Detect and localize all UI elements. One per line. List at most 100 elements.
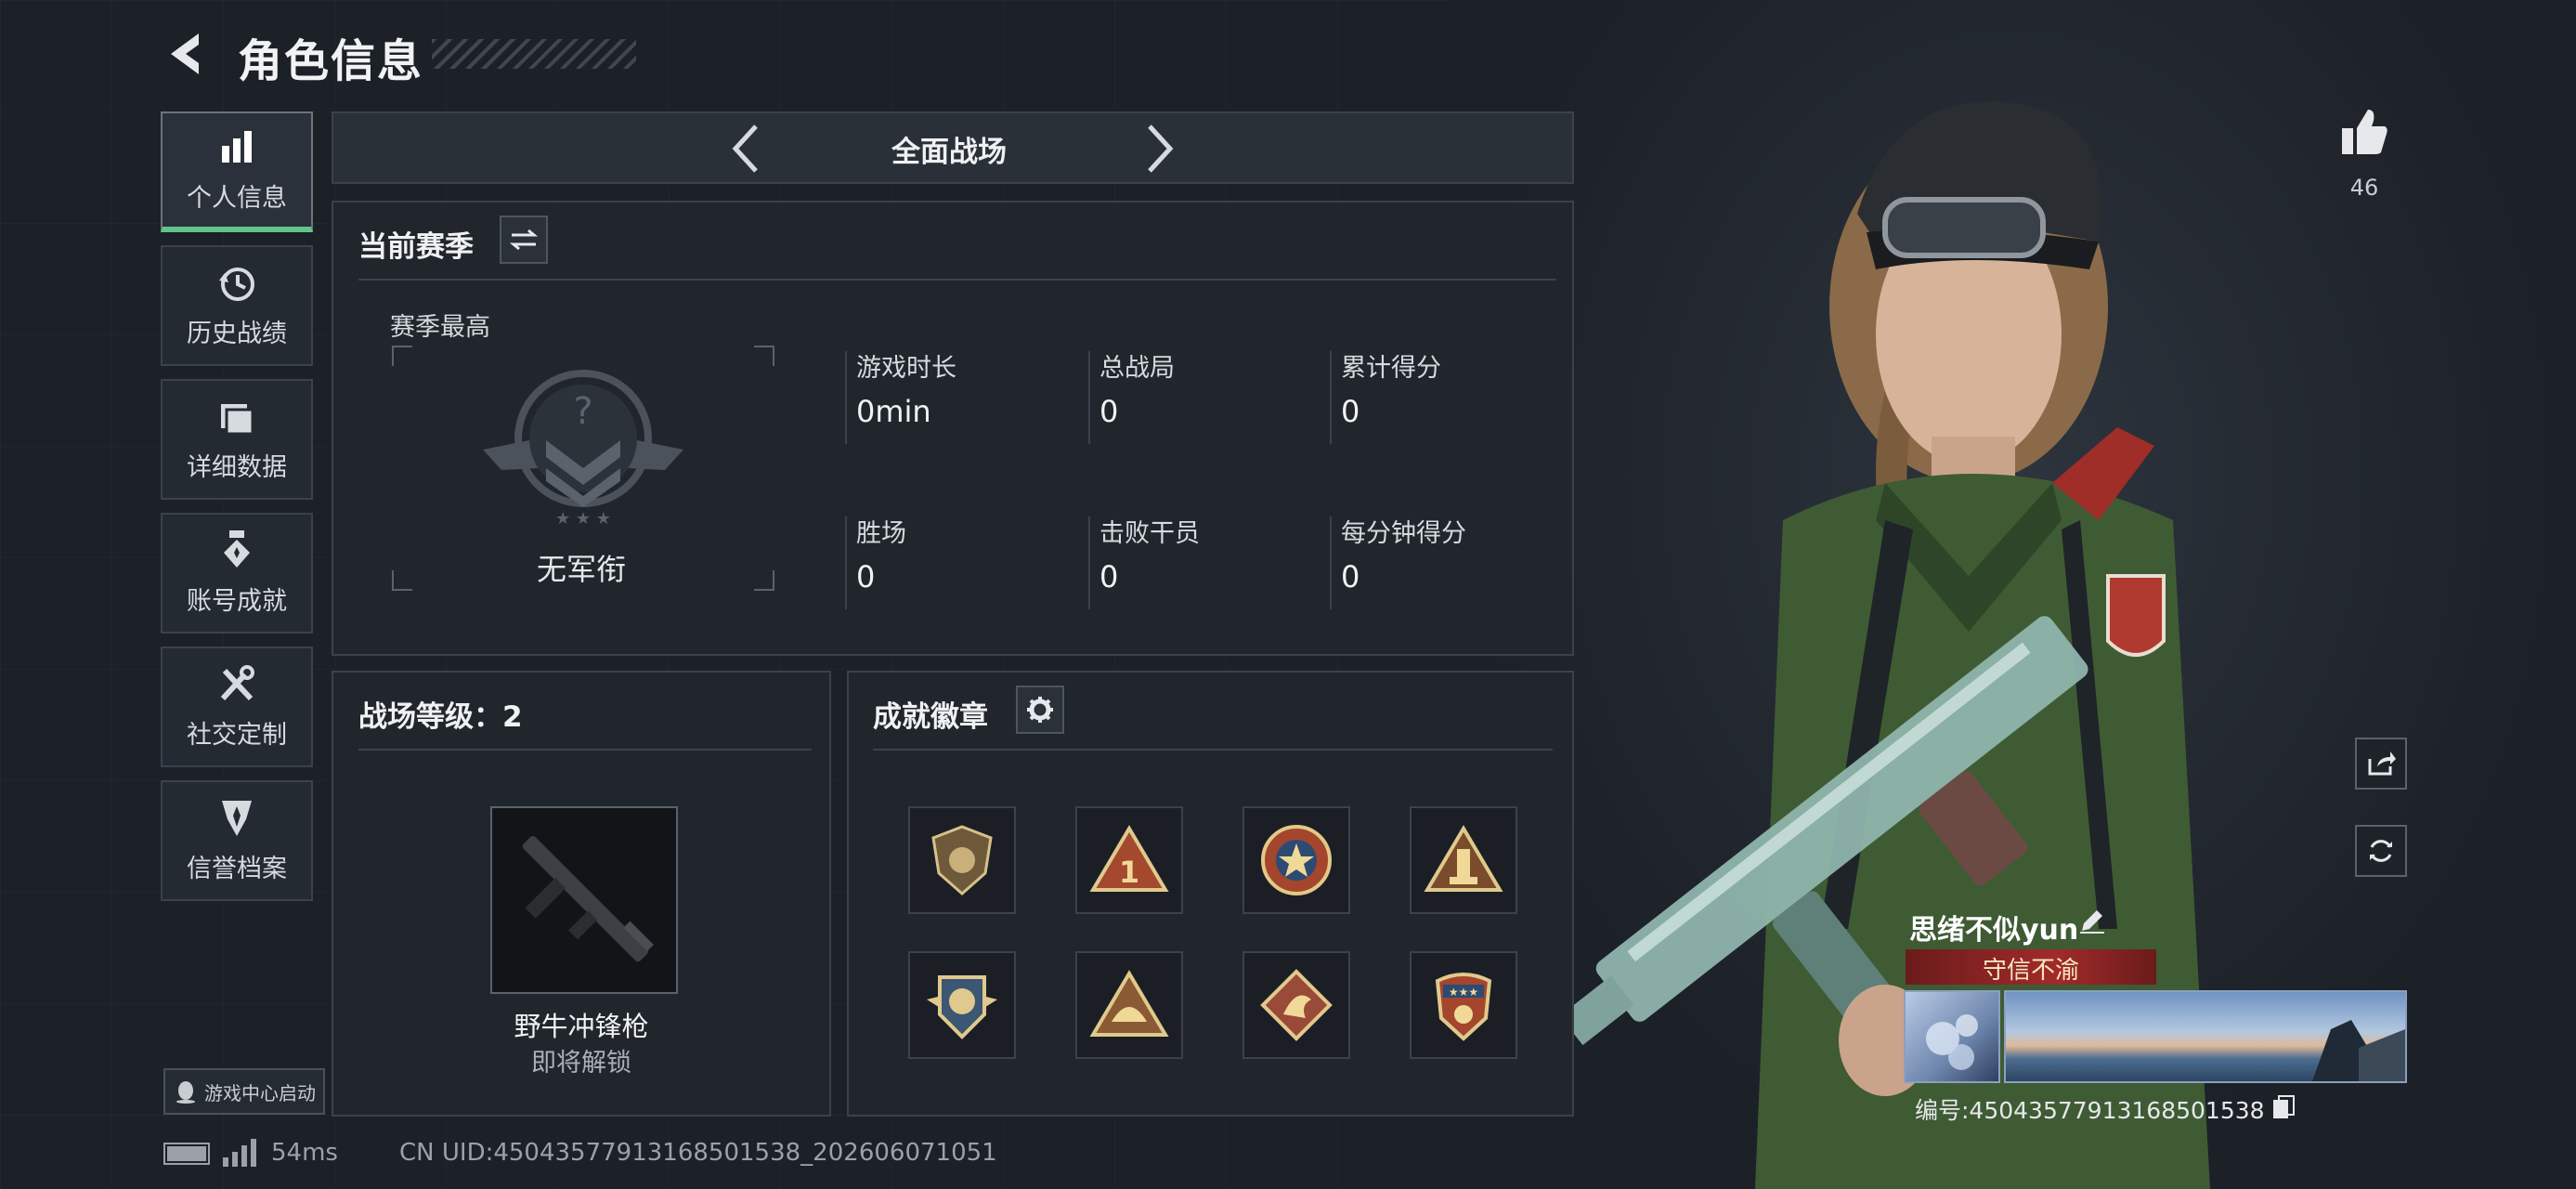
gear-icon [1027,697,1053,723]
stat-value: 0 [1341,394,1360,429]
swap-icon [510,229,538,251]
bar-chart-icon [216,127,257,168]
refresh-button[interactable] [2355,825,2407,877]
profile-banner[interactable] [2004,990,2407,1083]
copy-icon [2273,1095,2295,1118]
badges-divider [873,749,1553,751]
battery-icon [163,1143,210,1165]
tower-badge[interactable] [1410,806,1517,914]
frame-corner [754,346,774,366]
frame-corner [754,570,774,591]
frame-corner [392,346,412,366]
season-switch-button[interactable] [500,216,548,264]
nav-social[interactable]: 社交定制 [161,647,313,767]
stat-value: 0 [1341,559,1360,594]
stat-label: 击败干员 [1099,519,1200,548]
copy-button[interactable] [2271,1094,2296,1124]
rank-name: 无军衔 [537,552,627,587]
star-shield-badge[interactable]: ★★★ [1410,951,1517,1059]
season-title: 当前赛季 [358,230,474,264]
tools-icon [216,664,257,705]
nav-label: 账号成就 [187,586,287,616]
uid-text: CN UID:4504357791316850153​8_20260607105… [399,1139,997,1167]
badges-settings-button[interactable] [1016,686,1064,734]
shield-badge[interactable] [908,806,1016,914]
wings-badge[interactable] [908,951,1016,1059]
nav-personal-info[interactable]: 个人信息 [161,111,313,232]
nav-label: 个人信息 [187,183,287,213]
svg-text:★★★: ★★★ [1449,986,1478,999]
nav-label: 信誉档案 [187,854,287,883]
edit-name-button[interactable] [2078,907,2106,938]
level-title: 战场等级：2 [358,700,523,734]
back-button[interactable] [160,26,212,82]
stat-label: 游戏时长 [856,354,956,383]
frame-corner [392,570,412,591]
chevron-left-icon [732,124,758,173]
stat-separator [1330,516,1332,609]
stat-value: 0 [1099,394,1119,429]
triangle-1-badge[interactable]: 1 [1075,806,1183,914]
thumbs-up-icon [2342,110,2387,154]
title-decoration [432,39,636,69]
helmet-badge[interactable] [1075,951,1183,1059]
stat-separator [845,516,847,609]
nav-label: 历史战绩 [187,319,287,348]
chevron-right-icon [1148,124,1174,173]
stat-separator [1330,351,1332,444]
back-arrow-icon [171,33,199,74]
svg-text:1: 1 [1119,855,1139,890]
share-button[interactable] [2355,738,2407,790]
penguin-icon [176,1081,195,1104]
folder-icon [216,397,257,438]
weapon-name: 野牛冲锋枪 [514,1011,649,1042]
ping-text: 54ms [271,1139,338,1167]
stat-label: 总战局 [1099,354,1175,383]
level-divider [358,749,812,751]
nav-achievements[interactable]: 账号成就 [161,513,313,634]
smg-weapon-icon [522,835,654,962]
nav-label: 详细数据 [187,452,287,482]
star-medal-badge[interactable] [1242,806,1350,914]
weapon-preview[interactable] [490,806,678,994]
stat-label: 每分钟得分 [1341,519,1466,548]
like-count: 46 [2349,175,2379,201]
signal-icon [223,1139,258,1170]
player-id: 编号:4504357791316850153​8 [1915,1097,2265,1124]
svg-text:★ ★ ★: ★ ★ ★ [555,509,611,529]
season-divider [358,279,1556,281]
stat-label: 累计得分 [1341,354,1441,383]
dragon-badge[interactable] [1242,951,1350,1059]
mode-title: 全面战场 [891,136,1007,169]
refresh-icon [2370,840,2392,862]
rank-emblem-icon: ? ★ ★ ★ [474,366,693,533]
nav-detail-data[interactable]: 详细数据 [161,379,313,500]
nav-label: 社交定制 [187,720,287,750]
history-icon [216,263,257,304]
launch-label: 游戏中心启动 [204,1081,316,1104]
stat-value: 0 [1099,559,1119,594]
nav-history[interactable]: 历史战绩 [161,245,313,366]
weapon-status: 即将解锁 [531,1049,631,1078]
share-icon [2368,751,2396,776]
achievement-icon [216,529,257,571]
like-button[interactable] [2338,106,2390,162]
player-title: 守信不渝 [1982,957,2079,985]
pencil-icon [2080,910,2104,934]
badges-title: 成就徽章 [873,700,988,734]
stat-separator [845,351,847,444]
mode-next-button[interactable] [1140,121,1177,176]
credit-icon [216,798,257,839]
stat-separator [1088,516,1090,609]
svg-text:?: ? [573,390,592,433]
stat-separator [1088,351,1090,444]
page-title: 角色信息 [238,35,424,87]
nav-credit[interactable]: 信誉档案 [161,780,313,901]
stat-value: 0min [856,394,931,429]
avatar[interactable] [1904,990,2000,1083]
stat-value: 0 [856,559,876,594]
game-center-launch-button[interactable]: 游戏中心启动 [163,1068,325,1115]
mode-prev-button[interactable] [728,121,765,176]
stat-label: 胜场 [856,519,906,548]
season-best-label: 赛季最高 [390,313,490,342]
